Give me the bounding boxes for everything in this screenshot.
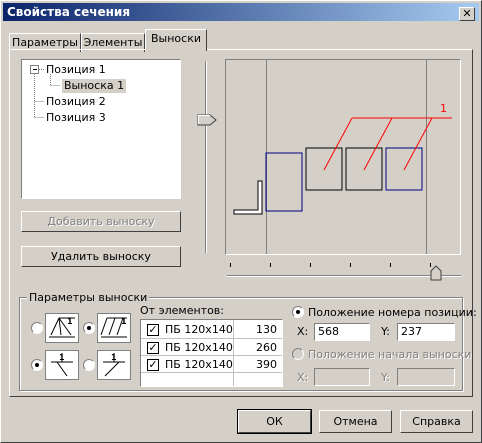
element-value-2: 260 <box>256 341 277 354</box>
start-pos-label: Положение начала выноски <box>308 348 472 361</box>
window-title: Свойства сечения <box>7 5 131 19</box>
slider-thumb-icon <box>197 114 217 126</box>
position-tree[interactable]: Позиция 1 Выноска 1 Позиция 2 Позиция 3 <box>21 59 181 199</box>
leader-params-title: Параметры выноски <box>27 291 150 304</box>
element-name-1: ПБ 120х140 <box>165 323 233 336</box>
y-input[interactable]: 237 <box>397 323 455 341</box>
element-value-3: 390 <box>256 358 277 371</box>
dialog-window: Свойства сечения ✕ Параметры Элементы Вы… <box>0 0 482 443</box>
y2-label: Y: <box>381 371 390 384</box>
svg-text:1: 1 <box>67 317 73 326</box>
element-checkbox-3[interactable]: ✓ <box>147 359 159 371</box>
slider-thumb-icon <box>430 265 442 281</box>
cancel-button[interactable]: Отмена <box>319 410 392 433</box>
element-name-3: ПБ 120х140 <box>165 358 233 371</box>
title-bar: Свойства сечения ✕ <box>3 3 479 21</box>
style-radio-2[interactable] <box>83 322 95 334</box>
preview-position-number: 1 <box>440 102 447 115</box>
leader-style-parallel-icon: 1 <box>97 313 131 343</box>
elements-list[interactable]: ✓ ПБ 120х140 130 ✓ ПБ 120х140 260 ✓ ПБ 1… <box>140 319 283 387</box>
add-leader-button[interactable]: Добавить выноску <box>21 211 181 232</box>
element-name-2: ПБ 120х140 <box>165 341 233 354</box>
svg-text:1: 1 <box>111 353 117 362</box>
ok-button[interactable]: ОК <box>237 409 312 434</box>
x-input[interactable]: 568 <box>314 323 370 341</box>
element-checkbox-1[interactable]: ✓ <box>147 324 159 336</box>
style-radio-3[interactable] <box>31 359 43 371</box>
vertical-slider[interactable] <box>197 59 219 255</box>
style-radio-4[interactable] <box>83 359 95 371</box>
tree-item-leader-1[interactable]: Выноска 1 <box>62 79 127 93</box>
pos-number-label: Положение номера позиции: <box>308 306 477 319</box>
y-label: Y: <box>381 325 390 338</box>
leader-style-vertical-icon: 1 <box>45 350 79 380</box>
leader-preview-drawing: 1 <box>233 60 452 254</box>
help-button[interactable]: Справка <box>400 410 473 433</box>
svg-text:1: 1 <box>121 317 127 326</box>
element-checkbox-2[interactable]: ✓ <box>147 342 159 354</box>
style-radio-1[interactable] <box>31 322 43 334</box>
tree-item-position-1[interactable]: Позиция 1 <box>46 63 106 77</box>
svg-text:1: 1 <box>59 353 65 362</box>
element-value-1: 130 <box>256 323 277 336</box>
tree-item-position-2[interactable]: Позиция 2 <box>46 95 106 109</box>
from-elements-label: От элементов: <box>140 304 224 317</box>
remove-leader-button[interactable]: Удалить выноску <box>21 246 181 267</box>
horizontal-slider[interactable] <box>225 259 463 281</box>
pos-number-radio[interactable] <box>292 306 304 318</box>
x2-label: X: <box>297 371 309 384</box>
start-pos-radio[interactable] <box>292 348 304 360</box>
tab-leaders[interactable]: Выноски <box>145 29 207 51</box>
tree-item-position-3[interactable]: Позиция 3 <box>46 111 106 125</box>
leader-style-side-icon: 1 <box>97 350 131 380</box>
close-icon[interactable]: ✕ <box>459 7 475 21</box>
y2-input[interactable] <box>397 368 455 386</box>
x-label: X: <box>297 325 309 338</box>
leader-style-fan-icon: 1 <box>45 313 79 343</box>
x2-input[interactable] <box>314 368 370 386</box>
preview-pane: 1 <box>225 59 461 255</box>
